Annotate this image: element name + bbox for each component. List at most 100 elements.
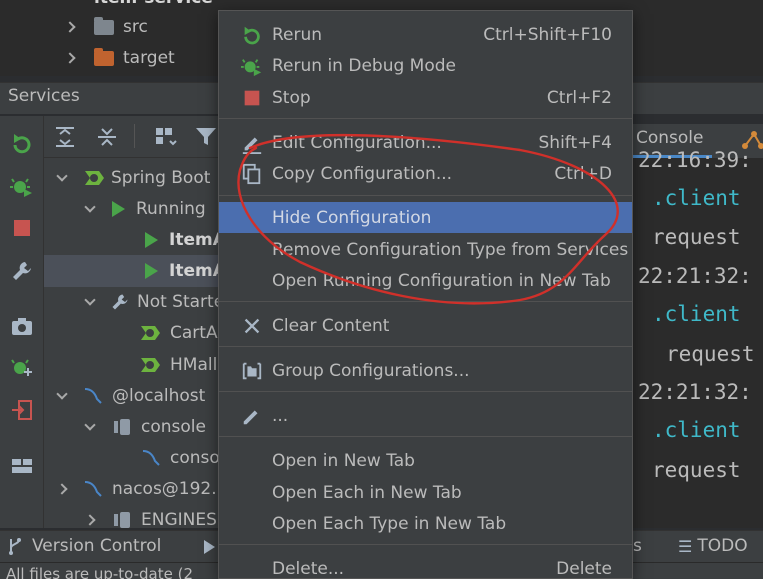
menu-item-rerun[interactable]: Rerun Ctrl+Shift+F10 — [219, 19, 632, 50]
chevron-down-icon[interactable] — [84, 421, 96, 433]
menu-item-shortcut: Shift+F4 — [538, 132, 612, 153]
tree-node-label: conso — [170, 448, 220, 468]
group-by-icon[interactable] — [154, 126, 178, 148]
menu-item-shortcut: Ctrl+Shift+F10 — [483, 24, 612, 45]
chevron-down-icon[interactable] — [56, 172, 68, 184]
todo-label: TODO — [697, 536, 748, 556]
tree-node-console[interactable]: console — [84, 412, 206, 442]
tree-node-label: @localhost — [112, 386, 206, 406]
menu-item-label: Copy Configuration... — [272, 163, 453, 184]
edit-icon — [242, 137, 262, 154]
branch-icon — [9, 538, 21, 555]
menu-item-remove-configuration-type[interactable]: Remove Configuration Type from Services — [219, 234, 632, 265]
menu-item-stop[interactable]: Stop Ctrl+F2 — [219, 82, 632, 113]
chevron-down-icon[interactable] — [84, 203, 96, 215]
import-icon[interactable] — [10, 398, 34, 422]
menu-item-clear-content[interactable]: Clear Content — [219, 310, 632, 341]
menu-item-open-each-in-new-tab[interactable]: Open Each in New Tab — [219, 477, 632, 508]
folder-icon — [94, 16, 114, 35]
list-icon: ☰ — [678, 536, 693, 556]
menu-separator — [219, 195, 632, 196]
project-tree-item-src[interactable]: src — [64, 12, 148, 42]
chevron-down-icon[interactable] — [56, 390, 68, 402]
tree-node-console-child[interactable]: conso — [140, 443, 220, 473]
tree-node-localhost[interactable]: @localhost — [56, 381, 205, 411]
menu-item-label: Hide Configuration — [272, 207, 432, 228]
services-toolbar — [44, 116, 234, 158]
tree-node-label: Running — [136, 199, 206, 219]
collapse-all-icon[interactable] — [96, 126, 118, 148]
tree-node-item-app-1[interactable]: ItemA — [145, 225, 226, 255]
context-menu: Rerun Ctrl+Shift+F10 Rerun in Debug Mode… — [218, 10, 633, 579]
tree-node-label: HMall — [170, 355, 218, 375]
menu-item-shortcut: Delete — [556, 558, 612, 579]
console-output: 22:16:39: .client request 22:21:32: .cli… — [632, 148, 763, 528]
debug-attach-icon[interactable] — [10, 356, 34, 380]
tree-node-not-started[interactable]: Not Starte — [84, 287, 224, 317]
console-line: 22:21:32: — [638, 380, 752, 404]
chevron-right-icon[interactable] — [84, 514, 96, 526]
menu-item-label: Open Running Configuration in New Tab — [272, 270, 611, 291]
tree-node-running[interactable]: Running — [84, 194, 206, 224]
console-line: .client — [652, 418, 741, 442]
rerun-icon — [244, 26, 260, 45]
filter-icon[interactable] — [194, 125, 218, 149]
menu-item-label: Stop — [272, 87, 311, 108]
run-icon — [145, 232, 158, 248]
console-line: .client — [652, 186, 741, 210]
session-icon — [114, 512, 130, 528]
menu-item-open-each-type-in-new-tab[interactable]: Open Each Type in New Tab — [219, 508, 632, 539]
tree-node-spring-boot[interactable]: Spring Boot — [56, 163, 210, 193]
version-control-tab[interactable]: Version Control — [6, 536, 161, 556]
project-tree-top-label: item-service — [94, 0, 213, 8]
menu-separator — [219, 346, 632, 347]
run-icon — [145, 263, 158, 279]
menu-item-open-running-configuration[interactable]: Open Running Configuration in New Tab — [219, 265, 632, 296]
todo-tab[interactable]: ☰ TODO — [678, 536, 748, 556]
menu-separator — [219, 436, 632, 437]
console-line: .client — [652, 302, 741, 326]
tree-item-label: target — [123, 48, 175, 68]
rerun-icon[interactable] — [10, 131, 34, 155]
menu-item-delete[interactable]: Delete... Delete — [219, 553, 632, 579]
menu-item-shortcut: Ctrl+F2 — [546, 87, 612, 108]
tree-node-cart-app[interactable]: CartAp — [138, 318, 228, 348]
menu-item-group-configurations[interactable]: Group Configurations... — [219, 355, 632, 386]
menu-item-shortcut: Ctrl+D — [554, 163, 612, 184]
wrench-icon[interactable] — [10, 259, 34, 283]
menu-item-copy-configuration[interactable]: Copy Configuration... Ctrl+D — [219, 158, 632, 189]
tree-node-item-app-2[interactable]: ItemA — [145, 256, 226, 286]
run-tab-icon[interactable] — [204, 540, 215, 554]
chevron-right-icon[interactable] — [64, 52, 76, 64]
camera-icon[interactable] — [10, 314, 34, 338]
pencil-icon — [243, 410, 258, 425]
menu-item-hide-configuration[interactable]: Hide Configuration — [219, 202, 632, 233]
chevron-right-icon[interactable] — [56, 483, 68, 495]
version-control-label: Version Control — [32, 536, 162, 556]
menu-item-label: Open in New Tab — [272, 450, 415, 471]
chevron-right-icon[interactable] — [64, 21, 76, 33]
session-icon — [114, 419, 130, 435]
menu-item-label: Remove Configuration Type from Services — [272, 239, 629, 260]
mysql-icon — [142, 450, 160, 466]
expand-all-icon[interactable] — [54, 126, 76, 148]
menu-item-open-in-new-tab[interactable]: Open in New Tab — [219, 445, 632, 476]
tree-node-nacos[interactable]: nacos@192.1 — [56, 474, 227, 504]
menu-item-rerun-debug[interactable]: Rerun in Debug Mode — [219, 50, 632, 81]
project-tree-top-item[interactable]: item-service — [94, 0, 213, 10]
menu-item-edit-configuration[interactable]: Edit Configuration... Shift+F4 — [219, 127, 632, 158]
console-line: request — [652, 225, 741, 249]
tree-node-hmall[interactable]: HMall — [138, 350, 217, 380]
tree-node-label: ENGINES — [141, 510, 217, 530]
chevron-down-icon[interactable] — [84, 296, 96, 308]
stop-icon[interactable] — [10, 216, 34, 240]
menu-item-label: Edit Configuration... — [272, 132, 442, 153]
menu-item-label: Clear Content — [272, 315, 390, 336]
debug-rerun-icon[interactable] — [10, 174, 34, 198]
menu-item-label: Rerun in Debug Mode — [272, 55, 456, 76]
layout-icon[interactable] — [10, 454, 34, 478]
tab-console[interactable]: Console — [636, 128, 704, 148]
menu-item-more[interactable]: ... — [219, 400, 632, 431]
project-tree-item-target[interactable]: target — [64, 43, 175, 73]
services-tab-partial[interactable]: s — [633, 536, 642, 556]
